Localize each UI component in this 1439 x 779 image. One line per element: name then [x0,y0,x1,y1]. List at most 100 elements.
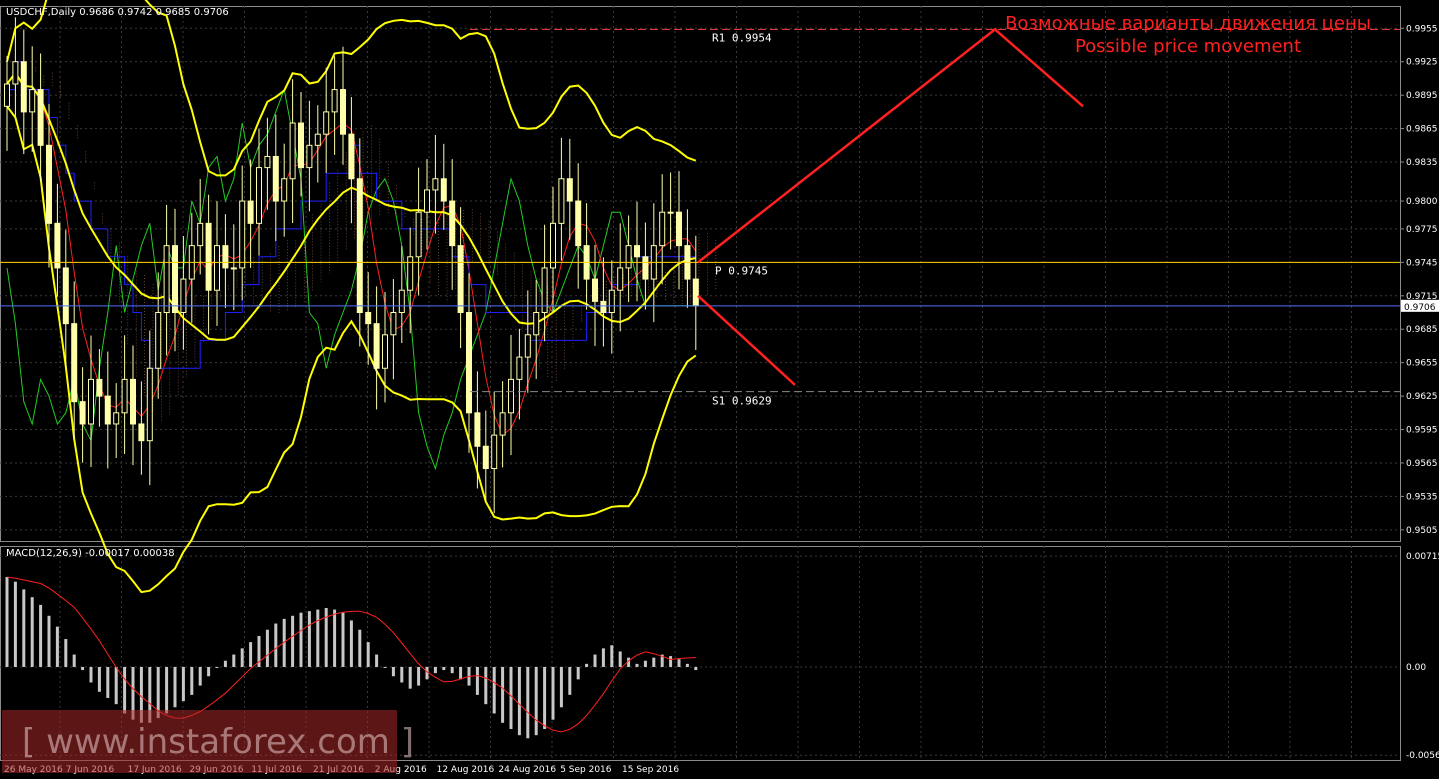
candle-body [457,245,464,314]
candle-body [197,222,204,247]
candle-body [432,178,439,191]
candle-body [272,155,279,202]
macd-bar [333,609,337,667]
macd-bar [215,666,219,668]
forecast-down-path [697,294,796,386]
macd-bar [475,666,479,695]
candle-body [592,278,598,302]
x-tick-label: 15 Sep 2016 [622,765,679,775]
macd-bar [643,660,647,667]
candle-body [365,312,372,325]
macd-bar [383,666,387,668]
candle-body [79,401,86,425]
candle-body [113,412,120,425]
y-tick-label: 0.9745 [1406,258,1438,268]
macd-bar [694,666,698,671]
macd-bar [55,626,59,667]
candle-body [625,245,632,269]
y-tick-label: 0.9800 [1406,197,1438,207]
candle-body [533,312,540,336]
candle-body [298,122,304,169]
candle-body [71,323,78,403]
candle-body [54,222,61,269]
candle-body [617,267,624,291]
macd-bar [240,648,244,667]
macd-bar [517,666,521,736]
candle-body [466,312,472,414]
candle-body [29,89,36,113]
macd-bar [534,666,538,736]
macd-bar [39,604,43,667]
macd-bar [190,666,194,695]
candle-body [482,445,489,470]
macd-bar [669,656,673,667]
candle-body [424,189,430,213]
candle-body [390,312,397,336]
macd-bar [484,666,488,705]
candle-body [676,211,682,247]
candle-body [575,200,582,247]
macd-bar [299,612,303,667]
candle-body [348,133,355,180]
macd-bar [72,654,76,667]
y-tick-label: 0.9955 [1406,24,1438,34]
y-tick-label: 0.9535 [1406,492,1438,502]
candle-body [62,267,69,325]
macd-bar [89,666,93,683]
macd-bar [585,663,589,667]
macd-bar [198,666,202,686]
candle-body [20,61,27,113]
candle-body [289,122,296,180]
candle-body [340,89,346,135]
macd-bar [576,666,580,680]
macd-bar [610,645,614,667]
macd-bar [593,654,597,667]
macd-bar [316,609,320,667]
macd-y-tick-label: 0.00 [1406,663,1426,673]
candle-body [516,356,523,380]
macd-bar [123,666,127,714]
macd-bar [459,666,463,680]
macd-bar [526,666,530,739]
usdchf-chart: R1 0.9954 P 0.9745 S1 0.9629 0.9955 0.9925 0… [0,0,1439,775]
macd-bar [349,620,353,667]
candle-body [247,200,254,224]
candle-body [440,178,447,202]
macd-header: MACD(12,26,9) -0.00017 0.00038 [6,548,175,559]
pivot-levels: R1 0.9954 P 0.9745 S1 0.9629 [0,28,1400,408]
annotation-english: Possible price movement [1075,36,1301,57]
candle-body [88,378,94,425]
macd-bar [5,577,9,667]
macd-bar [652,657,656,667]
candle-body [600,300,607,314]
y-tick-label: 0.9505 [1406,526,1438,536]
macd-bar [417,666,421,686]
macd-bar [291,615,295,667]
macd-bar [568,666,572,695]
macd-bar [173,666,177,708]
candle-body [306,144,313,169]
macd-bar [442,666,446,671]
candle-body [46,144,52,224]
candle-body [491,434,498,470]
macd-bar [559,666,563,708]
candle-body [239,200,246,269]
candle-body [104,395,111,425]
level-label-r1: R1 0.9954 [712,31,772,44]
macd-bar [408,666,412,689]
macd-bar [114,666,118,705]
macd-bar [635,663,639,667]
x-tick-label: 5 Sep 2016 [560,765,612,775]
candle-body [634,245,640,258]
watermark-text: [ www.instaforex.com ] [22,722,414,762]
candle-body [37,89,44,146]
candle-body [314,133,321,146]
candle-body [138,423,145,442]
candle-body [407,256,414,291]
candle-body [508,378,514,414]
macd-bar [509,666,513,729]
candle-body [524,334,531,358]
macd-bar [97,666,101,692]
y-tick-label: 0.9835 [1406,158,1438,168]
macd-bar [366,642,370,667]
